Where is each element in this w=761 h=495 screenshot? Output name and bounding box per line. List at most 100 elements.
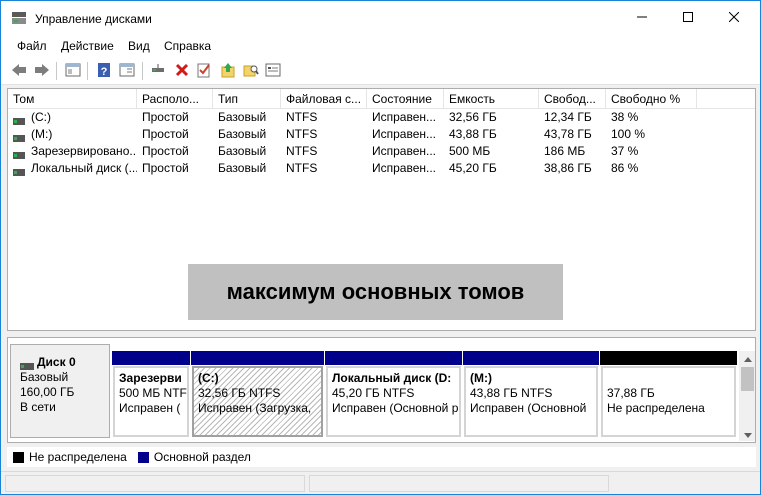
partition-body: 37,88 ГБ Не распределена bbox=[601, 366, 736, 437]
status-cell: Исправен... bbox=[372, 144, 437, 158]
connect-button[interactable] bbox=[148, 61, 168, 81]
forward-icon bbox=[34, 63, 50, 80]
table-row[interactable]: Зарезервировано... Простой Базовый NTFS … bbox=[8, 143, 755, 160]
search-folder-button[interactable] bbox=[241, 61, 261, 81]
table-row[interactable]: (M:) Простой Базовый NTFS Исправен... 43… bbox=[8, 126, 755, 143]
filesystem-cell: NTFS bbox=[286, 144, 318, 158]
disk-map-scrollbar[interactable] bbox=[739, 351, 755, 441]
status-cell bbox=[309, 475, 609, 492]
status-cell bbox=[5, 475, 305, 492]
partition-c[interactable]: (C:) 32,56 ГБ NTFS Исправен (Загрузка, bbox=[191, 351, 324, 437]
title-bar[interactable]: Управление дисками bbox=[1, 1, 760, 35]
column-header-free-percent[interactable]: Свободно % bbox=[606, 89, 697, 109]
partition-unallocated[interactable]: 37,88 ГБ Не распределена bbox=[600, 351, 737, 437]
toolbar-separator bbox=[87, 62, 88, 80]
status-cell: Исправен... bbox=[372, 161, 437, 175]
partition-size: 45,20 ГБ NTFS bbox=[332, 386, 415, 400]
partition-status: Исправен (Основной р bbox=[332, 401, 459, 415]
check-icon bbox=[196, 62, 212, 81]
back-button[interactable] bbox=[9, 61, 29, 81]
column-header-filesystem[interactable]: Файловая с... bbox=[281, 89, 367, 109]
partition-bar bbox=[112, 351, 190, 365]
partition-size: 37,88 ГБ bbox=[607, 386, 655, 400]
table-row[interactable]: (C:) Простой Базовый NTFS Исправен... 32… bbox=[8, 109, 755, 126]
type-cell: Базовый bbox=[218, 127, 267, 141]
scroll-down-button[interactable] bbox=[739, 427, 755, 441]
help-icon: ? bbox=[96, 62, 112, 81]
chevron-up-icon bbox=[743, 351, 752, 365]
volume-list-header: Том Располо... Тип Файловая с... Состоян… bbox=[8, 89, 755, 109]
partition-reserved[interactable]: Зарезерви 500 МБ NTFS Исправен ( bbox=[112, 351, 190, 437]
volume-name-cell: Зарезервировано... bbox=[31, 144, 137, 158]
layout-cell: Простой bbox=[142, 127, 189, 141]
menu-help[interactable]: Справка bbox=[164, 39, 211, 53]
partition-body-selected: (C:) 32,56 ГБ NTFS Исправен (Загрузка, bbox=[192, 366, 323, 437]
column-header-type[interactable]: Тип bbox=[213, 89, 281, 109]
free-percent-cell: 100 % bbox=[611, 127, 646, 141]
type-cell: Базовый bbox=[218, 110, 267, 124]
disk-size: 160,00 ГБ bbox=[20, 385, 75, 399]
volume-icon bbox=[13, 114, 25, 125]
layout-cell: Простой bbox=[142, 161, 189, 175]
filesystem-cell: NTFS bbox=[286, 161, 318, 175]
minimize-icon bbox=[637, 11, 647, 25]
disk-icon bbox=[20, 359, 34, 370]
scroll-thumb[interactable] bbox=[741, 367, 754, 391]
svg-text:?: ? bbox=[101, 66, 108, 78]
menu-action[interactable]: Действие bbox=[61, 39, 114, 53]
menu-file[interactable]: Файл bbox=[17, 39, 47, 53]
disk-map-pane[interactable]: Диск 0 Базовый 160,00 ГБ В сети Зарезерв… bbox=[7, 337, 756, 443]
partition-size: 500 МБ NTFS bbox=[119, 386, 189, 400]
console-tree-button[interactable] bbox=[63, 61, 83, 81]
column-header-free[interactable]: Свобод... bbox=[539, 89, 606, 109]
partition-body: Зарезерви 500 МБ NTFS Исправен ( bbox=[113, 366, 189, 437]
forward-button[interactable] bbox=[32, 61, 52, 81]
close-button[interactable] bbox=[711, 1, 757, 35]
disk-label: Диск 0 bbox=[20, 355, 109, 370]
delete-icon bbox=[175, 63, 189, 80]
free-percent-cell: 86 % bbox=[611, 161, 639, 175]
free-cell: 186 МБ bbox=[544, 144, 586, 158]
table-row[interactable]: Локальный диск (... Простой Базовый NTFS… bbox=[8, 160, 755, 177]
scroll-up-button[interactable] bbox=[739, 351, 755, 365]
help-button[interactable]: ? bbox=[94, 61, 114, 81]
properties-icon bbox=[119, 63, 135, 80]
partition-body: Локальный диск (D: 45,20 ГБ NTFS Исправе… bbox=[326, 366, 461, 437]
check-button[interactable] bbox=[194, 61, 214, 81]
capacity-cell: 32,56 ГБ bbox=[449, 110, 497, 124]
layout-cell: Простой bbox=[142, 110, 189, 124]
console-tree-icon bbox=[65, 63, 81, 80]
maximize-button[interactable] bbox=[665, 1, 711, 35]
partition-m[interactable]: (M:) 43,88 ГБ NTFS Исправен (Основной bbox=[463, 351, 599, 437]
disk-info-block[interactable]: Диск 0 Базовый 160,00 ГБ В сети bbox=[10, 344, 110, 438]
partition-d[interactable]: Локальный диск (D: 45,20 ГБ NTFS Исправе… bbox=[325, 351, 462, 437]
disk-type: Базовый bbox=[20, 370, 69, 384]
free-percent-cell: 38 % bbox=[611, 110, 639, 124]
export-button[interactable] bbox=[263, 61, 283, 81]
delete-button[interactable] bbox=[172, 61, 192, 81]
column-header-layout[interactable]: Располо... bbox=[137, 89, 213, 109]
column-header-status[interactable]: Состояние bbox=[367, 89, 444, 109]
free-cell: 38,86 ГБ bbox=[544, 161, 592, 175]
toolbar-separator bbox=[142, 62, 143, 80]
legend-swatch bbox=[13, 451, 24, 463]
properties-button[interactable] bbox=[117, 61, 137, 81]
volume-icon bbox=[13, 165, 25, 176]
column-header-volume[interactable]: Том bbox=[8, 89, 137, 109]
partition-status: Исправен (Основной bbox=[470, 401, 587, 415]
disk-management-app-icon bbox=[11, 11, 27, 25]
volume-icon bbox=[13, 148, 25, 159]
connect-icon bbox=[150, 63, 166, 80]
maximize-icon bbox=[683, 11, 693, 25]
menu-bar: Файл Действие Вид Справка bbox=[1, 35, 760, 57]
volume-name-cell: (M:) bbox=[31, 127, 53, 141]
capacity-cell: 45,20 ГБ bbox=[449, 161, 497, 175]
export-icon bbox=[265, 63, 281, 80]
up-folder-button[interactable] bbox=[218, 61, 238, 81]
minimize-button[interactable] bbox=[619, 1, 665, 35]
column-header-capacity[interactable]: Емкость bbox=[444, 89, 539, 109]
menu-view[interactable]: Вид bbox=[128, 39, 150, 53]
capacity-cell: 500 МБ bbox=[449, 144, 491, 158]
partition-size: 32,56 ГБ NTFS bbox=[198, 386, 281, 400]
legend-item-primary: Основной раздел bbox=[137, 450, 251, 464]
